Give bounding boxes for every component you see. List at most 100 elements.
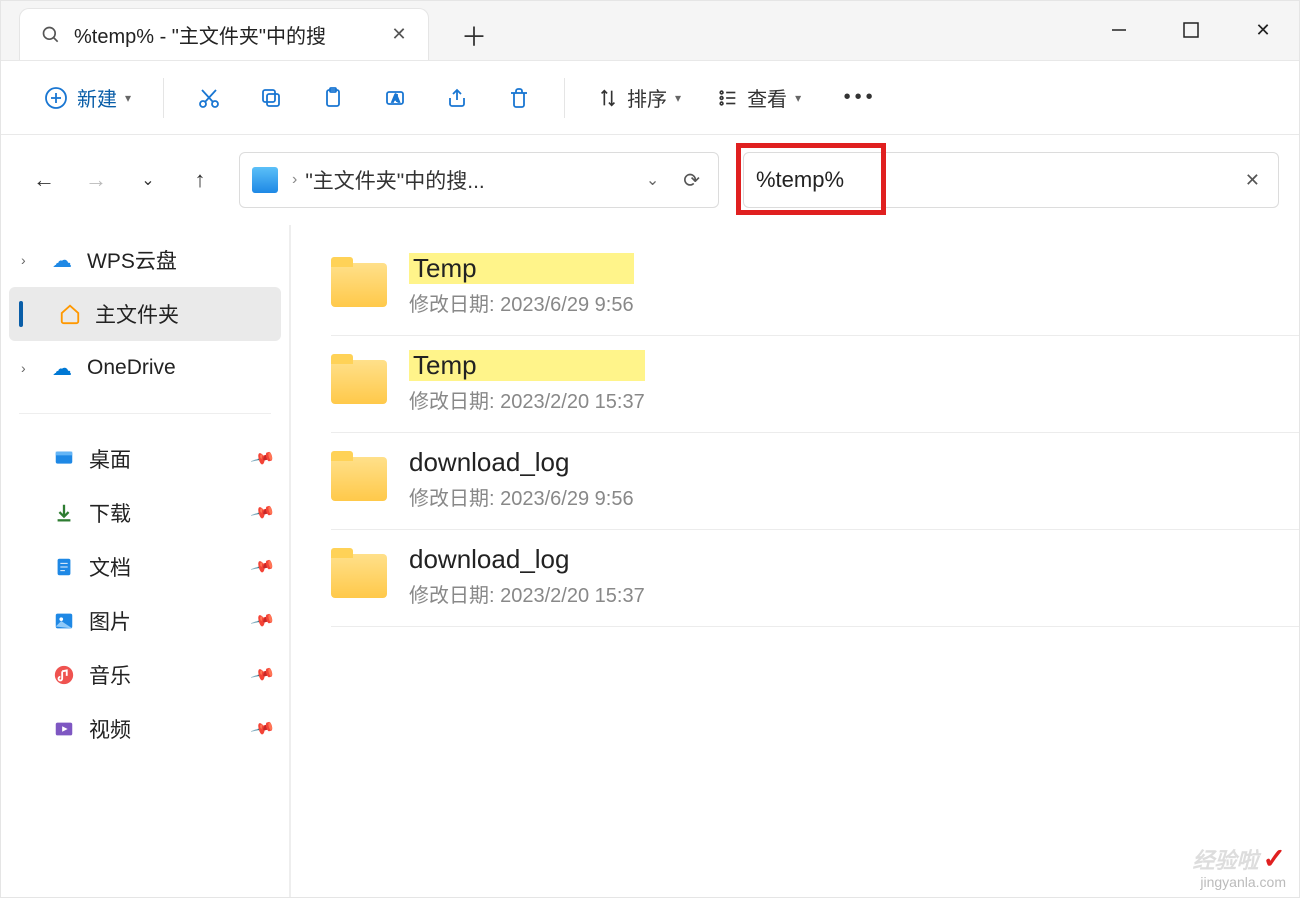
result-name: Temp <box>409 350 645 381</box>
forward-button[interactable]: → <box>73 157 119 203</box>
search-box[interactable]: ✕ <box>743 152 1279 208</box>
copy-icon <box>259 86 283 110</box>
view-icon <box>717 87 739 109</box>
address-bar[interactable]: › "主文件夹"中的搜... ⌄ ⟳ <box>239 152 719 208</box>
search-input[interactable] <box>756 167 1239 193</box>
content-body: › ☁ WPS云盘 主文件夹 › ☁ OneDrive 桌面 📌 <box>1 225 1299 897</box>
copy-button[interactable] <box>246 74 296 122</box>
result-info: Temp 修改日期: 2023/6/29 9:56 <box>409 253 634 317</box>
picture-icon <box>51 608 77 634</box>
breadcrumb[interactable]: "主文件夹"中的搜... <box>305 165 632 195</box>
result-date: 2023/2/20 15:37 <box>500 585 645 607</box>
separator <box>564 78 565 118</box>
rename-icon: A <box>383 86 407 110</box>
sidebar-item-documents[interactable]: 文档 📌 <box>1 540 289 594</box>
pin-icon: 📌 <box>249 661 276 688</box>
new-button[interactable]: 新建 ▾ <box>31 74 143 122</box>
video-icon <box>51 716 77 742</box>
meta-label: 修改日期: <box>409 585 500 607</box>
paste-button[interactable] <box>308 74 358 122</box>
chevron-down-icon: ▾ <box>125 91 131 105</box>
download-icon <box>51 500 77 526</box>
more-button[interactable]: ••• <box>835 74 885 122</box>
sidebar-label: 主文件夹 <box>95 299 179 329</box>
onedrive-icon: ☁ <box>49 355 75 381</box>
result-name: Temp <box>409 253 634 284</box>
result-row[interactable]: Temp 修改日期: 2023/6/29 9:56 <box>331 239 1299 336</box>
share-button[interactable] <box>432 74 482 122</box>
sidebar-item-downloads[interactable]: 下载 📌 <box>1 486 289 540</box>
explorer-window: %temp% - "主文件夹"中的搜 ✕ ＋ ✕ 新建 ▾ A 排序 ▾ <box>0 0 1300 898</box>
sidebar-item-wps[interactable]: › ☁ WPS云盘 <box>1 233 289 287</box>
chevron-down-icon: ▾ <box>795 91 801 105</box>
minimize-button[interactable] <box>1083 0 1155 60</box>
pin-icon: 📌 <box>249 445 276 472</box>
window-controls: ✕ <box>1083 0 1299 60</box>
sidebar-item-music[interactable]: 音乐 📌 <box>1 648 289 702</box>
meta-label: 修改日期: <box>409 294 500 316</box>
sidebar-label: 视频 <box>89 714 131 744</box>
tab-title: %temp% - "主文件夹"中的搜 <box>74 20 374 49</box>
sidebar-item-pictures[interactable]: 图片 📌 <box>1 594 289 648</box>
sidebar-label: 下载 <box>89 498 131 528</box>
titlebar: %temp% - "主文件夹"中的搜 ✕ ＋ ✕ <box>1 1 1299 61</box>
view-label: 查看 <box>747 83 787 112</box>
sidebar-divider <box>19 413 271 414</box>
sidebar-item-desktop[interactable]: 桌面 📌 <box>1 432 289 486</box>
sidebar-item-home[interactable]: 主文件夹 <box>9 287 281 341</box>
sort-button[interactable]: 排序 ▾ <box>585 74 693 122</box>
sidebar-label: 文档 <box>89 552 131 582</box>
active-tab[interactable]: %temp% - "主文件夹"中的搜 ✕ <box>19 8 429 60</box>
folder-icon <box>331 457 387 501</box>
watermark-brand: 经验啦 <box>1193 848 1259 873</box>
clipboard-icon <box>321 86 345 110</box>
rename-button[interactable]: A <box>370 74 420 122</box>
sidebar: › ☁ WPS云盘 主文件夹 › ☁ OneDrive 桌面 📌 <box>1 225 291 897</box>
home-icon <box>57 301 83 327</box>
result-meta: 修改日期: 2023/6/29 9:56 <box>409 288 634 317</box>
result-date: 2023/6/29 9:56 <box>500 488 633 510</box>
breadcrumb-dropdown[interactable]: ⌄ <box>632 170 673 190</box>
up-button[interactable]: ↑ <box>177 157 223 203</box>
expand-icon[interactable]: › <box>21 360 37 376</box>
sidebar-label: 图片 <box>89 606 131 636</box>
result-info: download_log修改日期: 2023/2/20 15:37 <box>409 544 645 608</box>
maximize-button[interactable] <box>1155 0 1227 60</box>
sidebar-label: 桌面 <box>89 444 131 474</box>
pin-icon: 📌 <box>249 499 276 526</box>
cloud-icon: ☁ <box>49 247 75 273</box>
view-button[interactable]: 查看 ▾ <box>705 74 813 122</box>
sidebar-item-videos[interactable]: 视频 📌 <box>1 702 289 756</box>
result-meta: 修改日期: 2023/2/20 15:37 <box>409 385 645 414</box>
selection-indicator <box>19 301 23 327</box>
trash-icon <box>507 86 531 110</box>
result-info: download_log 修改日期: 2023/6/29 9:56 <box>409 447 634 511</box>
close-tab-button[interactable]: ✕ <box>384 20 414 50</box>
meta-label: 修改日期: <box>409 391 500 413</box>
folder-icon <box>331 360 387 404</box>
back-button[interactable]: ← <box>21 157 67 203</box>
sidebar-item-onedrive[interactable]: › ☁ OneDrive <box>1 341 289 395</box>
pin-icon: 📌 <box>249 715 276 742</box>
recent-button[interactable]: ⌄ <box>125 157 171 203</box>
result-row[interactable]: Temp 修改日期: 2023/2/20 15:37 <box>331 336 1299 433</box>
results-pane: Temp 修改日期: 2023/6/29 9:56 Temp 修改日期: 2023/2… <box>291 225 1299 897</box>
plus-circle-icon <box>43 85 69 111</box>
clear-search-button[interactable]: ✕ <box>1239 170 1266 191</box>
result-row[interactable]: download_log修改日期: 2023/2/20 15:37 <box>331 530 1299 627</box>
result-meta: 修改日期: 2023/6/29 9:56 <box>409 482 634 511</box>
location-icon <box>252 167 278 193</box>
toolbar: 新建 ▾ A 排序 ▾ 查看 ▾ ••• <box>1 61 1299 135</box>
cut-button[interactable] <box>184 74 234 122</box>
sidebar-label: 音乐 <box>89 660 131 690</box>
new-tab-button[interactable]: ＋ <box>459 20 489 50</box>
result-name: download_log <box>409 447 634 478</box>
close-window-button[interactable]: ✕ <box>1227 0 1299 60</box>
svg-text:A: A <box>392 93 400 105</box>
result-row[interactable]: download_log 修改日期: 2023/6/29 9:56 <box>331 433 1299 530</box>
delete-button[interactable] <box>494 74 544 122</box>
expand-icon[interactable]: › <box>21 252 37 268</box>
refresh-button[interactable]: ⟳ <box>673 168 710 193</box>
result-date: 2023/2/20 15:37 <box>500 391 645 413</box>
pin-icon: 📌 <box>249 553 276 580</box>
